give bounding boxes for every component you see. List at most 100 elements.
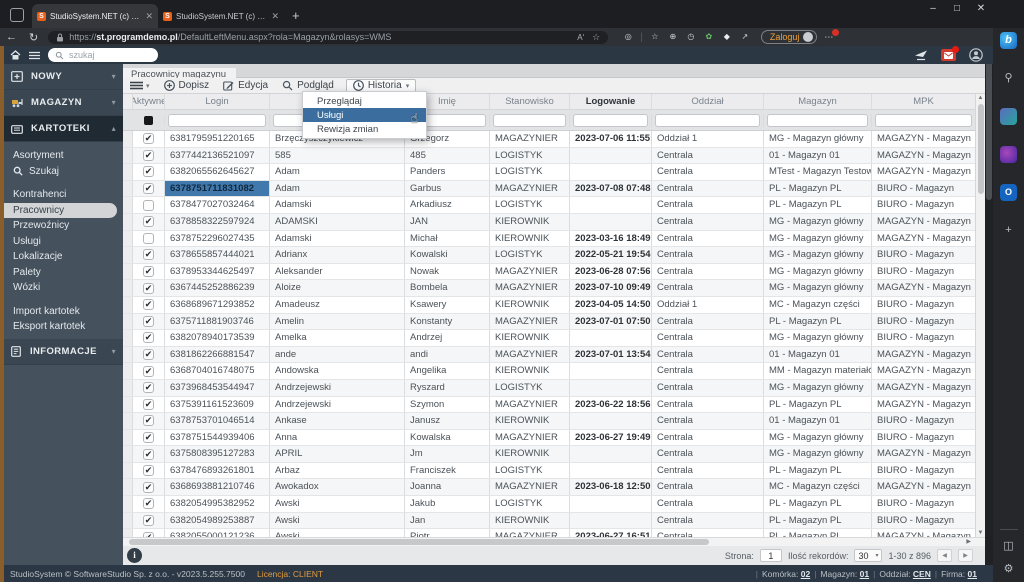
cell-nazwisko[interactable]: Arbaz: [270, 462, 405, 479]
cell-imie[interactable]: Arkadiusz: [405, 197, 490, 213]
cell-mpk[interactable]: BIURO - Magazyn: [872, 181, 975, 197]
table-row[interactable]: 6378476893261801 Arbaz Franciszek LOGIST…: [123, 462, 975, 480]
status-value[interactable]: 01: [968, 569, 977, 579]
active-checkbox[interactable]: [143, 133, 154, 145]
column-filter[interactable]: [652, 113, 764, 127]
browser-scrollbar[interactable]: [985, 46, 993, 582]
grid-menu-button[interactable]: ▾: [130, 81, 150, 90]
cell-imie[interactable]: Janusz: [405, 413, 490, 429]
cell-oddzial[interactable]: Centrala: [652, 363, 764, 379]
cell-login[interactable]: 6382054995382952: [165, 496, 270, 512]
active-checkbox[interactable]: [143, 415, 154, 427]
cell-nazwisko[interactable]: Amelin: [270, 313, 405, 330]
sidebar-item-szukaj[interactable]: Szukaj: [4, 164, 123, 180]
sidebar-item-asortyment[interactable]: Asortyment: [4, 148, 123, 164]
cell-stanowisko[interactable]: KIEROWNIK: [490, 330, 570, 346]
cell-imie[interactable]: Szymon: [405, 396, 490, 413]
cell-oddzial[interactable]: Centrala: [652, 346, 764, 363]
cell-oddzial[interactable]: Centrala: [652, 429, 764, 446]
table-row[interactable]: 6378477027032464 Adamski Arkadiusz LOGIS…: [123, 197, 975, 214]
column-filter[interactable]: [570, 113, 652, 127]
table-row[interactable]: 6378751711831082 Adam Garbus MAGAZYNIER …: [123, 180, 975, 198]
cell-login[interactable]: 6378858322597924: [165, 213, 270, 230]
cell-imie[interactable]: Konstanty: [405, 313, 490, 330]
column-header[interactable]: Login: [165, 94, 270, 109]
cell-imie[interactable]: Joanna: [405, 479, 490, 496]
column-filter[interactable]: [764, 113, 872, 127]
column-header[interactable]: Aktywne: [133, 94, 165, 109]
cell-magazyn[interactable]: MG - Magazyn główny: [764, 230, 872, 247]
cell-logowanie[interactable]: 2023-03-16 18:49:08: [570, 230, 652, 247]
cell-imie[interactable]: Michał: [405, 230, 490, 247]
table-row[interactable]: 6378751544939406 Anna Kowalska MAGAZYNIE…: [123, 429, 975, 447]
cell-imie[interactable]: Ksawery: [405, 296, 490, 313]
cell-stanowisko[interactable]: MAGAZYNIER: [490, 263, 570, 280]
menu-list-icon[interactable]: [29, 51, 40, 60]
cell-oddzial[interactable]: Centrala: [652, 180, 764, 197]
sidebar-settings-gear-icon[interactable]: ⚙: [1000, 561, 1017, 578]
cell-mpk[interactable]: BIURO - Magazyn: [872, 496, 975, 512]
cell-stanowisko[interactable]: KIEROWNIK: [490, 213, 570, 230]
active-checkbox[interactable]: [143, 315, 154, 327]
cell-oddzial[interactable]: Centrala: [652, 446, 764, 462]
filter-input[interactable]: [875, 113, 972, 127]
filter-input[interactable]: [168, 113, 266, 127]
scroll-down-icon[interactable]: ▼: [976, 530, 985, 536]
active-checkbox[interactable]: [143, 199, 154, 211]
cell-magazyn[interactable]: MG - Magazyn główny: [764, 263, 872, 280]
table-row[interactable]: 6368689671293852 Amadeusz Ksawery KIEROW…: [123, 296, 975, 314]
global-search-input[interactable]: szukaj: [48, 48, 158, 62]
cell-logowanie[interactable]: [570, 379, 652, 396]
table-row[interactable]: 6378752296027435 Adamski Michał KIEROWNI…: [123, 230, 975, 248]
cell-logowanie[interactable]: [570, 330, 652, 346]
cell-nazwisko[interactable]: APRIL: [270, 446, 405, 462]
cell-login[interactable]: 6368689671293852: [165, 296, 270, 313]
cell-logowanie[interactable]: [570, 147, 652, 164]
cell-imie[interactable]: Panders: [405, 164, 490, 180]
cell-magazyn[interactable]: MG - Magazyn główny: [764, 330, 872, 346]
bing-chat-icon[interactable]: b: [1000, 32, 1017, 49]
close-button[interactable]: ✕: [969, 0, 993, 20]
cell-mpk[interactable]: MAGAZYN - Magazyn: [872, 231, 975, 247]
cell-logowanie[interactable]: 2022-05-21 19:54:08: [570, 247, 652, 263]
sidebar-item-w-zki[interactable]: Wózki: [4, 280, 123, 296]
cell-nazwisko[interactable]: ande: [270, 346, 405, 363]
sidebar-search-icon[interactable]: ⚲: [1000, 70, 1017, 87]
cell-logowanie[interactable]: 2023-06-22 18:56:10: [570, 396, 652, 413]
add-sidebar-icon[interactable]: +: [1000, 222, 1017, 239]
cell-magazyn[interactable]: MTest - Magazyn Testowy: [764, 164, 872, 180]
cell-magazyn[interactable]: MG - Magazyn główny: [764, 379, 872, 396]
cell-magazyn[interactable]: PL - Magazyn PL: [764, 180, 872, 197]
cell-login[interactable]: 6378953344625497: [165, 263, 270, 280]
cell-imie[interactable]: andi: [405, 346, 490, 363]
column-filter[interactable]: [872, 113, 975, 127]
cell-mpk[interactable]: BIURO - Magazyn: [872, 247, 975, 263]
cell-login[interactable]: 6378476893261801: [165, 462, 270, 479]
active-checkbox[interactable]: [143, 149, 154, 161]
table-row[interactable]: 6367445252886239 Aloize Bombela MAGAZYNI…: [123, 280, 975, 297]
table-row[interactable]: 6378753701046514 Ankase Janusz KIEROWNIK…: [123, 413, 975, 430]
cell-magazyn[interactable]: PL - Magazyn PL: [764, 512, 872, 529]
table-row[interactable]: 6375808395127283 APRIL Jm KIEROWNIK Cent…: [123, 446, 975, 463]
select-all-checkbox[interactable]: [144, 115, 153, 125]
sidebar-item-pracownicy[interactable]: Pracownicy: [4, 202, 117, 218]
cell-magazyn[interactable]: PL - Magazyn PL: [764, 496, 872, 512]
cell-imie[interactable]: Jan: [405, 512, 490, 529]
table-row[interactable]: 6373968453544947 Andrzejewski Ryszard LO…: [123, 379, 975, 397]
filter-input[interactable]: [767, 113, 868, 127]
cell-magazyn[interactable]: MG - Magazyn główny: [764, 247, 872, 263]
minimize-button[interactable]: –: [921, 0, 945, 20]
cell-mpk[interactable]: BIURO - Magazyn: [872, 330, 975, 346]
page-number-input[interactable]: 1: [759, 549, 782, 562]
browser-signin-button[interactable]: Zaloguj: [760, 30, 818, 44]
cell-login[interactable]: 6368704016748075: [165, 363, 270, 379]
dropdown-item-przegl-daj[interactable]: Przeglądaj: [303, 94, 426, 108]
cell-nazwisko[interactable]: Anna: [270, 429, 405, 446]
history-icon[interactable]: ◷: [685, 31, 697, 43]
cell-stanowisko[interactable]: LOGISTYK: [490, 147, 570, 164]
active-checkbox[interactable]: [143, 481, 154, 493]
home-icon[interactable]: [10, 50, 21, 60]
mail-icon[interactable]: [941, 46, 959, 61]
cell-login[interactable]: 6382054989253887: [165, 512, 270, 529]
grid-vertical-scrollbar[interactable]: ▲ ▼: [975, 94, 985, 537]
